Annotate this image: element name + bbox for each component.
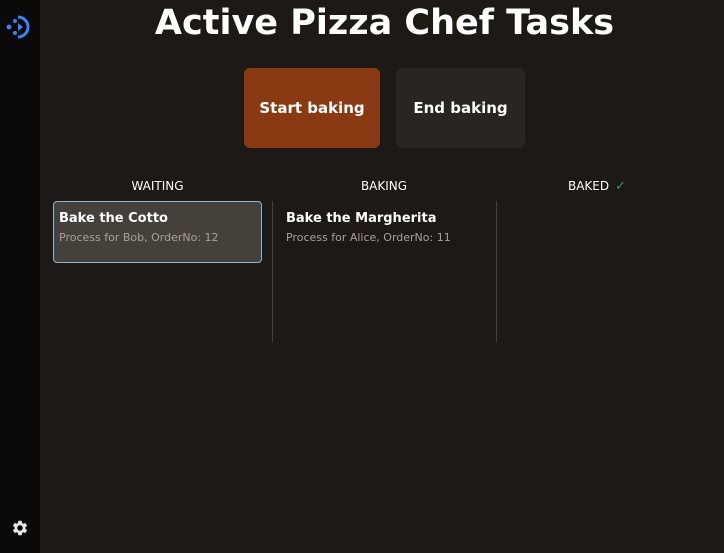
workflow-logo-icon[interactable] [6,13,34,41]
task-title: Bake the Cotto [59,211,168,226]
main-area: Active Pizza Chef Tasks Start baking End… [40,0,724,553]
task-subtitle: Process for Alice, OrderNo: 11 [286,231,451,244]
sidebar [0,0,40,553]
column-label: BAKED [567,179,610,193]
column-divider [272,201,273,342]
task-card-margherita[interactable]: Bake the Margherita Process for Alice, O… [281,202,491,262]
task-subtitle: Process for Bob, OrderNo: 12 [59,231,219,244]
column-header-waiting: WAITING [53,178,262,194]
column-label: WAITING [131,179,184,193]
page-title: Active Pizza Chef Tasks [154,3,615,43]
task-card-cotto[interactable]: Bake the Cotto Process for Bob, OrderNo:… [53,201,262,263]
app-root: Active Pizza Chef Tasks Start baking End… [0,0,724,553]
column-header-baking: BAKING [273,178,495,194]
checkmark-icon: ✓ [615,179,627,194]
end-baking-button[interactable]: End baking [396,68,525,148]
column-label: BAKING [360,179,408,193]
gear-icon[interactable] [11,519,29,537]
column-header-baked: BAKED ✓ [497,178,697,195]
column-divider [496,201,497,342]
task-title: Bake the Margherita [286,211,437,226]
start-baking-button[interactable]: Start baking [244,68,380,148]
